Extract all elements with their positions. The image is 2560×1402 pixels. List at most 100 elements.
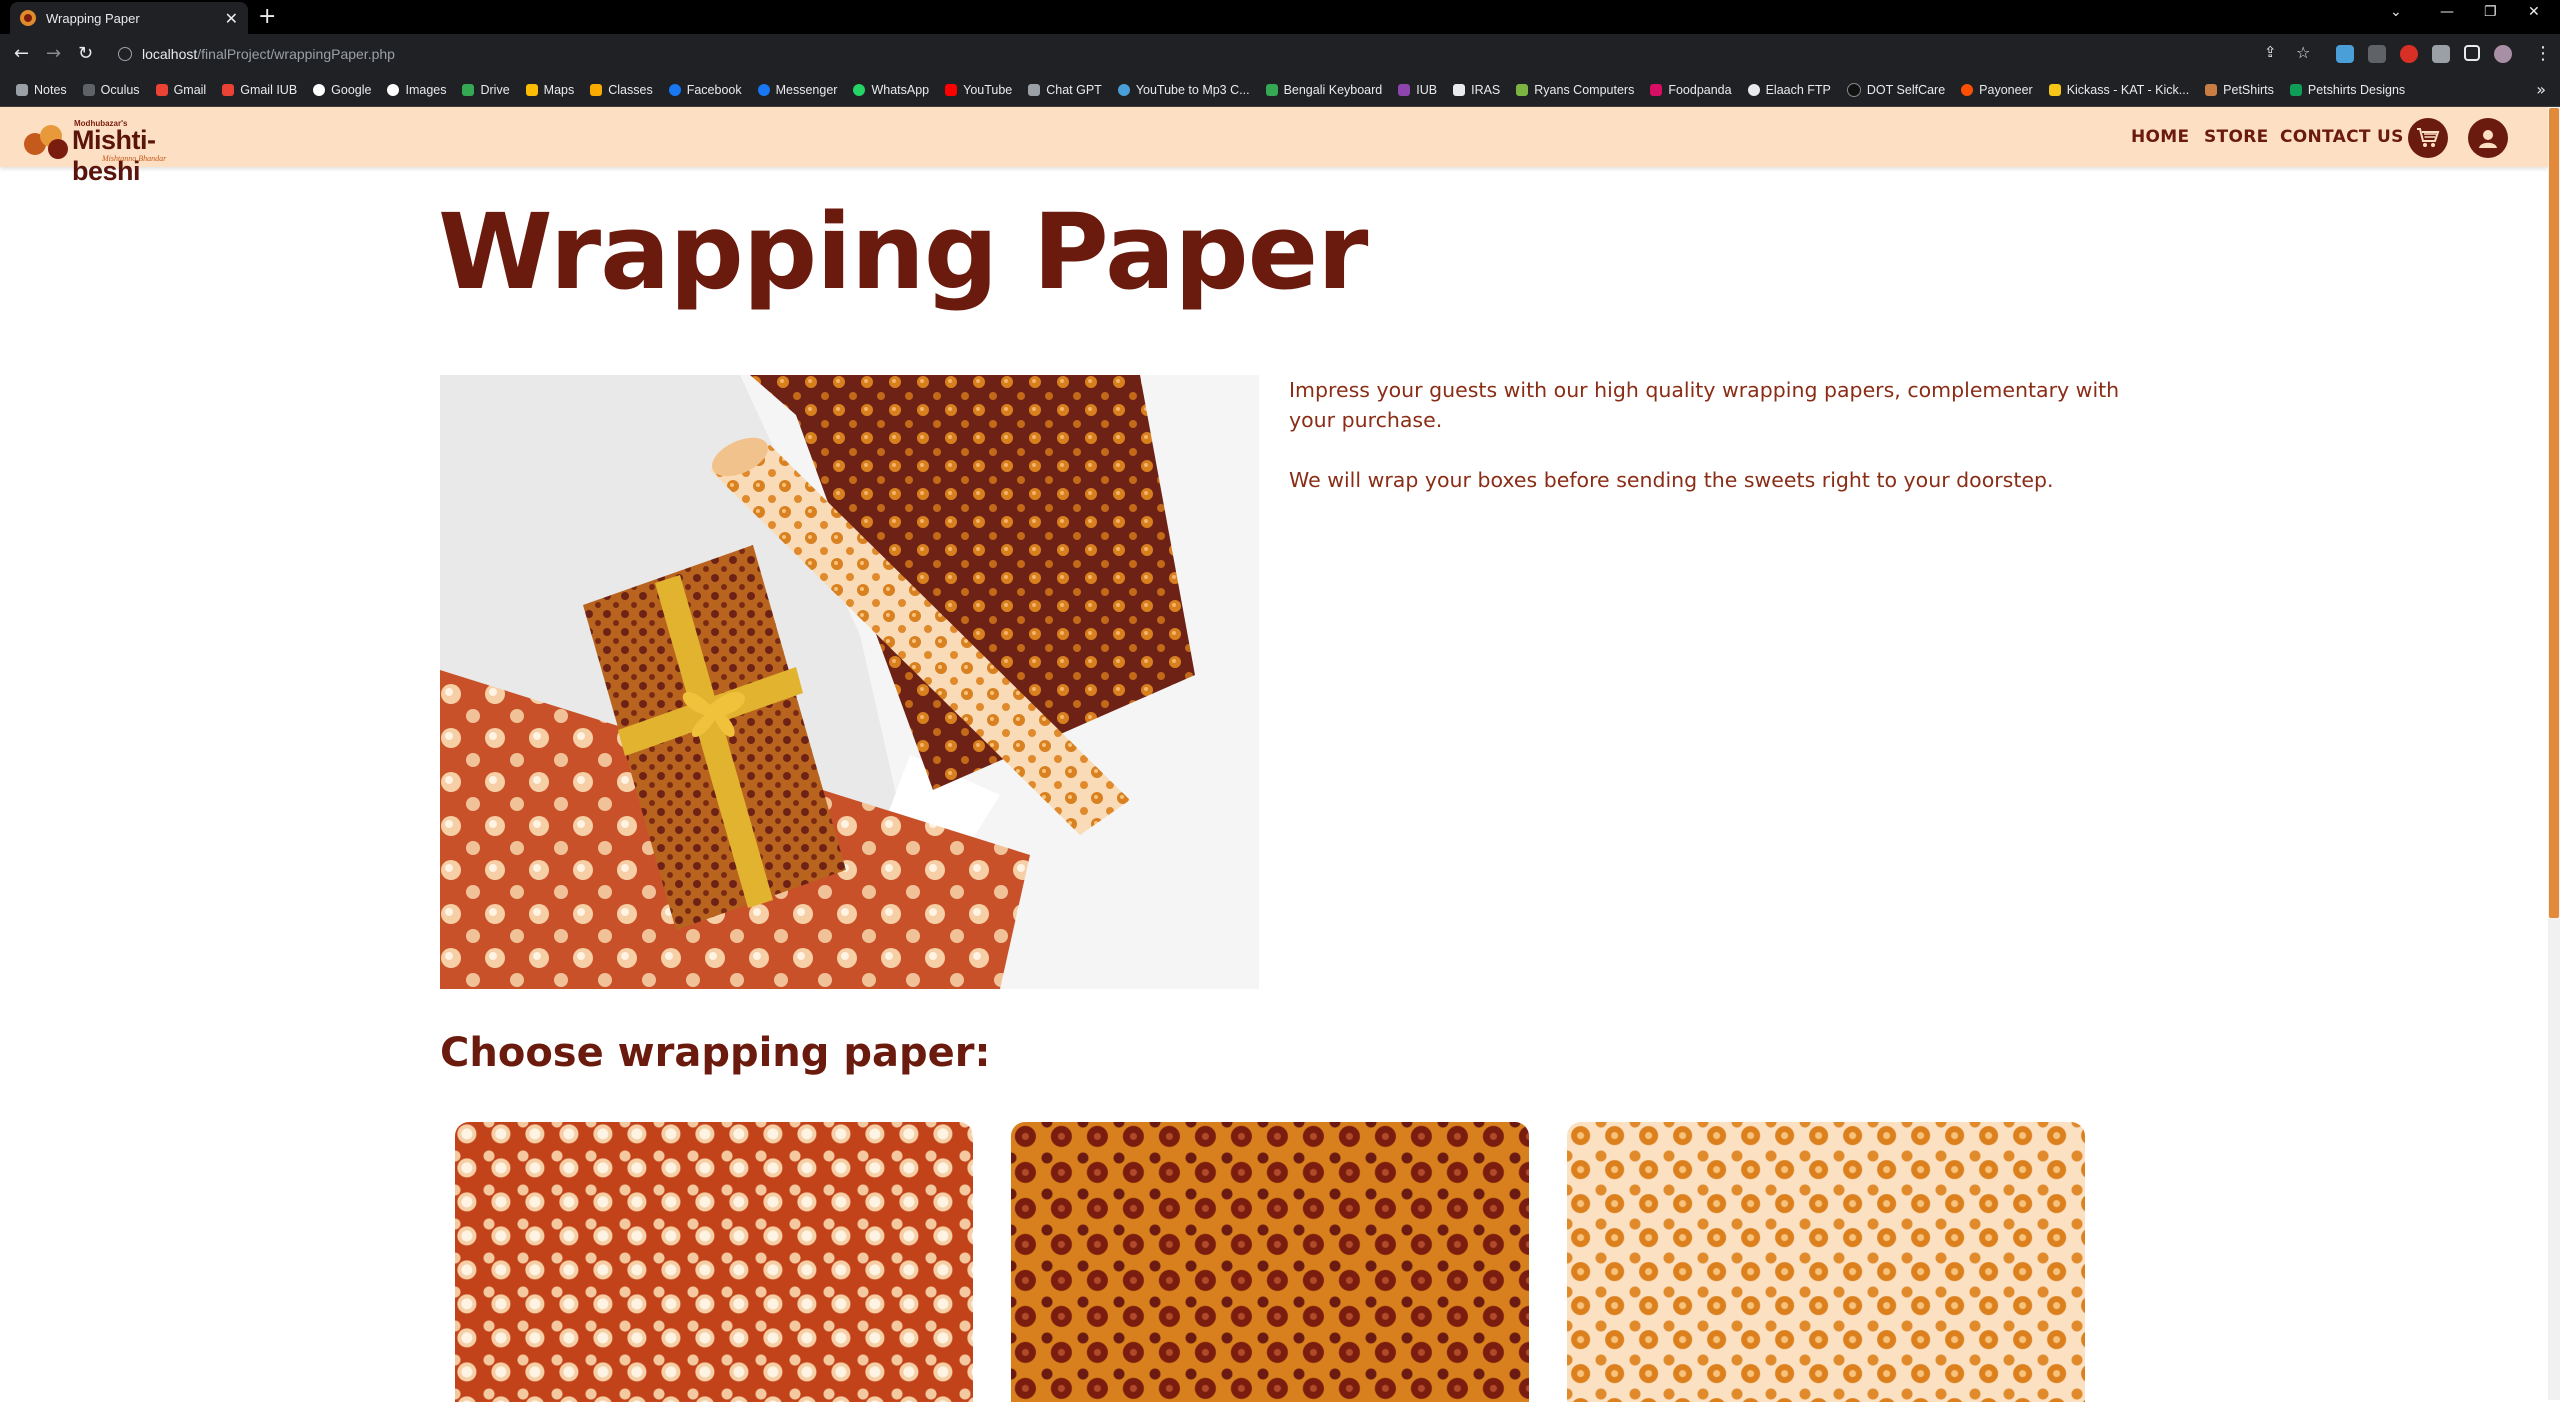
wrapping-paper-photo — [440, 375, 1259, 989]
extension-3-icon[interactable] — [2400, 45, 2418, 63]
bookmark-item[interactable]: WhatsApp — [853, 83, 929, 97]
restore-icon[interactable]: ❐ — [2484, 4, 2497, 20]
facebook-icon — [757, 84, 770, 96]
bookmark-item[interactable]: DOT SelfCare — [1846, 83, 1945, 97]
tab-search-icon[interactable]: ⌄ — [2390, 4, 2402, 20]
bookmarks-bar: Notes Oculus Gmail Gmail IUB Google Imag… — [0, 74, 2560, 107]
nav-home[interactable]: HOME — [2131, 127, 2189, 147]
bookmark-item[interactable]: IRAS — [1453, 83, 1500, 97]
oculus-icon — [82, 84, 95, 96]
extension-1-icon[interactable] — [2336, 45, 2354, 63]
bookmark-item[interactable]: Google — [313, 83, 371, 97]
youtube-icon — [945, 84, 958, 96]
classroom-icon — [590, 84, 603, 96]
bookmark-item[interactable]: Bengali Keyboard — [1265, 83, 1382, 97]
bookmark-item[interactable]: Ryans Computers — [1516, 83, 1634, 97]
address-bar: ← → ↻ localhost/finalProject/wrappingPap… — [0, 34, 2560, 74]
payoneer-icon — [1961, 84, 1974, 96]
bookmark-item[interactable]: Elaach FTP — [1747, 83, 1831, 97]
wrapping-paper-option-2[interactable] — [1011, 1122, 1529, 1402]
bookmark-item[interactable]: Messenger — [757, 83, 837, 97]
bookmark-item[interactable]: Classes — [590, 83, 653, 97]
url-field[interactable]: localhost/finalProject/wrappingPaper.php — [108, 39, 2308, 69]
url-path: /finalProject/wrappingPaper.php — [197, 46, 395, 62]
bookmark-item[interactable]: Oculus — [82, 83, 140, 97]
side-panel-icon[interactable] — [2464, 45, 2480, 61]
google-icon — [313, 84, 326, 96]
dot-icon — [1846, 83, 1861, 97]
close-tab-icon[interactable]: ✕ — [225, 9, 238, 28]
bookmark-item[interactable]: Images — [387, 83, 446, 97]
nav-store[interactable]: STORE — [2204, 127, 2269, 147]
iub-icon — [1398, 84, 1411, 96]
bookmark-item[interactable]: PetShirts — [2205, 83, 2274, 97]
back-icon[interactable]: ← — [14, 43, 29, 64]
ryans-icon — [1516, 84, 1529, 96]
extension-2-icon[interactable] — [2368, 45, 2386, 63]
wrapping-paper-option-1[interactable] — [455, 1122, 973, 1402]
wrapping-paper-option-3[interactable] — [1567, 1122, 2085, 1402]
chatgpt-icon — [1028, 84, 1041, 96]
browser-menu-icon[interactable]: ⋮ — [2534, 43, 2552, 64]
maps-icon — [525, 84, 538, 96]
bookmark-item[interactable]: Gmail IUB — [222, 83, 297, 97]
bookmark-item[interactable]: Drive — [462, 83, 510, 97]
site-favicon-icon — [20, 10, 36, 26]
new-tab-icon[interactable]: + — [258, 6, 276, 28]
whatsapp-icon — [853, 84, 866, 96]
cart-button[interactable] — [2408, 118, 2448, 158]
hero-image — [440, 375, 1259, 989]
bookmark-item[interactable]: Facebook — [668, 83, 742, 97]
minimize-icon[interactable]: — — [2440, 4, 2454, 20]
bookmark-item[interactable]: Notes — [16, 83, 67, 97]
page-title: Wrapping Paper — [438, 191, 1368, 313]
nav-contact-us[interactable]: CONTACT US — [2280, 127, 2404, 147]
sheets-icon — [2289, 84, 2302, 96]
drive-icon — [462, 84, 475, 96]
gmail-icon — [155, 84, 168, 96]
description: Impress your guests with our high qualit… — [1289, 375, 2129, 525]
tab-title: Wrapping Paper — [46, 10, 140, 26]
logo-subtitle: Mishtanno Bhandar — [102, 154, 167, 163]
choose-paper-heading: Choose wrapping paper: — [440, 1030, 991, 1076]
bookmarks-overflow-icon[interactable]: » — [2536, 80, 2546, 99]
logo-sweet-icon — [48, 139, 68, 159]
user-icon — [2479, 130, 2497, 148]
bookmark-item[interactable]: Foodpanda — [1650, 83, 1732, 97]
globe-icon — [1747, 84, 1760, 96]
folder-icon — [16, 84, 28, 96]
close-window-icon[interactable]: ✕ — [2528, 4, 2540, 20]
site-info-icon[interactable] — [118, 47, 132, 61]
browser-tab[interactable]: Wrapping Paper ✕ — [10, 2, 248, 34]
brand-logo[interactable]: Modhubazar's Mishti-beshi Mishtanno Bhan… — [22, 117, 222, 186]
browser-tab-bar: Wrapping Paper ✕ + ⌄ — ❐ ✕ — [0, 0, 2560, 34]
bookmark-star-icon[interactable]: ☆ — [2296, 43, 2310, 62]
profile-avatar-icon[interactable] — [2494, 45, 2512, 63]
description-paragraph: Impress your guests with our high qualit… — [1289, 378, 2120, 432]
facebook-icon — [668, 84, 681, 96]
share-icon[interactable]: ⇪ — [2264, 43, 2277, 61]
gmail-icon — [222, 84, 235, 96]
foodpanda-icon — [1650, 84, 1663, 96]
iras-icon — [1453, 84, 1466, 96]
kickass-icon — [2048, 84, 2061, 96]
bookmark-item[interactable]: IUB — [1398, 83, 1437, 97]
bookmark-item[interactable]: Maps — [525, 83, 574, 97]
bookmark-item[interactable]: YouTube — [945, 83, 1012, 97]
keyboard-icon — [1265, 84, 1278, 96]
account-button[interactable] — [2468, 118, 2508, 158]
google-icon — [387, 84, 400, 96]
extensions-puzzle-icon[interactable] — [2432, 45, 2450, 63]
reload-icon[interactable]: ↻ — [78, 43, 93, 64]
bookmark-item[interactable]: YouTube to Mp3 C... — [1117, 83, 1250, 97]
cart-icon — [2417, 128, 2440, 147]
petshirts-icon — [2205, 84, 2218, 96]
page-scrollbar-thumb[interactable] — [2549, 108, 2559, 918]
bookmark-item[interactable]: Gmail — [155, 83, 206, 97]
bookmark-item[interactable]: Chat GPT — [1028, 83, 1102, 97]
forward-icon[interactable]: → — [46, 43, 61, 64]
bookmark-item[interactable]: Payoneer — [1961, 83, 2033, 97]
bookmark-item[interactable]: Kickass - KAT - Kick... — [2048, 83, 2189, 97]
info-icon — [1117, 84, 1130, 96]
bookmark-item[interactable]: Petshirts Designs — [2289, 83, 2405, 97]
